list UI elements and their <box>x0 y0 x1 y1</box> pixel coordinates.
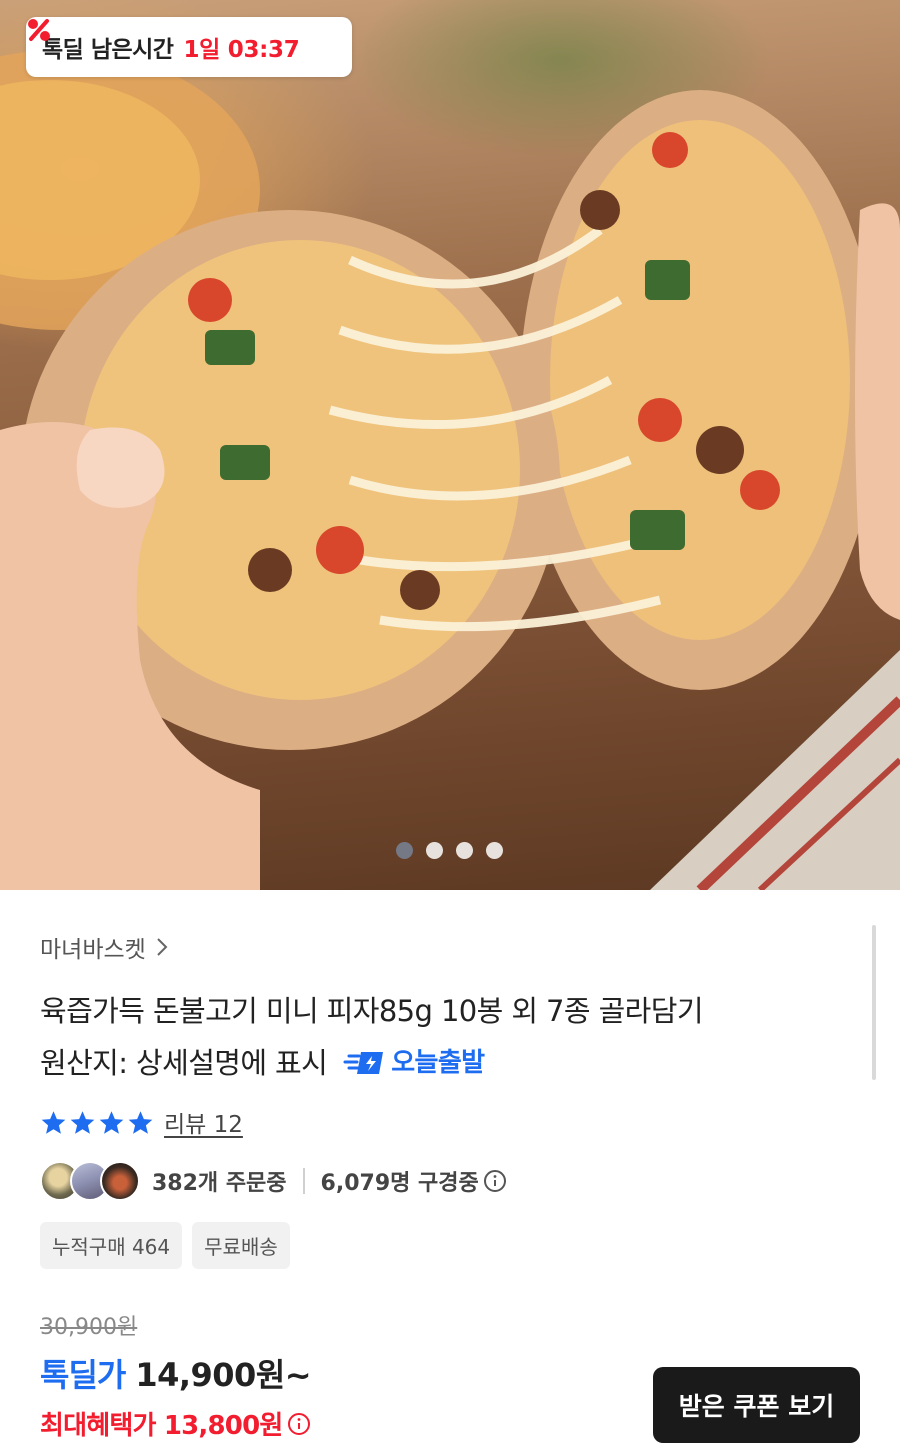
ship-badge-label: 오늘출발 <box>391 1048 485 1078</box>
product-title-line: 육즙가득 돈불고기 미니 피자85g 10봉 외 7종 골라담기 <box>40 994 704 1028</box>
deal-label: 톡딜가 <box>40 1356 126 1394</box>
timer-value: 1일 03:37 <box>183 37 300 63</box>
product-image-carousel[interactable]: 톡딜 남은시간 1일 03:37 <box>0 0 900 890</box>
orders-count: 382개 주문중 <box>152 1171 287 1196</box>
product-title: 육즙가득 돈불고기 미니 피자85g 10봉 외 7종 골라담기 원산지: 상세… <box>40 985 840 1089</box>
social-proof: 382개 주문중 6,079명 구경중 <box>40 1160 507 1202</box>
seller-link[interactable]: 마녀바스켓 <box>40 930 168 964</box>
viewers-count: 6,079명 구경중 <box>320 1171 479 1196</box>
star-icon <box>99 1110 124 1134</box>
tag-cumulative-purchase: 누적구매 464 <box>40 1222 183 1269</box>
carousel-indicator <box>396 842 503 859</box>
seller-name: 마녀바스켓 <box>40 937 146 963</box>
avatar <box>100 1161 140 1201</box>
star-icon <box>128 1110 153 1134</box>
chevron-right-icon <box>157 938 168 956</box>
scrollbar[interactable] <box>872 925 876 1080</box>
max-benefit-row: 최대혜택가 13,800원 <box>40 1405 311 1442</box>
ship-today-badge: 오늘출발 <box>343 1037 485 1089</box>
star-icon <box>41 1110 66 1134</box>
info-icon[interactable] <box>483 1169 507 1193</box>
deal-price-row: 톡딜가 14,900원~ <box>40 1350 312 1396</box>
carousel-dot[interactable] <box>426 842 443 859</box>
buyer-avatars <box>40 1161 140 1201</box>
deal-price: 14,900원~ <box>135 1356 312 1394</box>
max-benefit-price: 최대혜택가 13,800원 <box>40 1411 283 1441</box>
product-tags: 누적구매 464 무료배송 <box>40 1222 290 1269</box>
tag-free-shipping: 무료배송 <box>192 1222 290 1269</box>
origin-text: 원산지: 상세설명에 표시 <box>40 1046 328 1080</box>
timer-label: 톡딜 남은시간 <box>42 37 174 63</box>
carousel-dot[interactable] <box>486 842 503 859</box>
star-icon <box>70 1110 95 1134</box>
review-link[interactable]: 리뷰 12 <box>164 1105 243 1139</box>
original-price: 30,900원 <box>40 1315 138 1340</box>
carousel-dot[interactable] <box>396 842 413 859</box>
carousel-dot[interactable] <box>456 842 473 859</box>
discount-percent-icon <box>28 19 50 41</box>
divider <box>302 1168 305 1194</box>
rating-row: 리뷰 12 <box>40 1105 243 1139</box>
pizza-photo <box>0 50 900 890</box>
fast-delivery-icon <box>343 1052 384 1074</box>
star-rating <box>40 1109 154 1136</box>
view-coupons-button[interactable]: 받은 쿠폰 보기 <box>653 1367 860 1443</box>
deal-timer: 톡딜 남은시간 1일 03:37 <box>26 17 352 77</box>
info-icon[interactable] <box>287 1412 311 1436</box>
